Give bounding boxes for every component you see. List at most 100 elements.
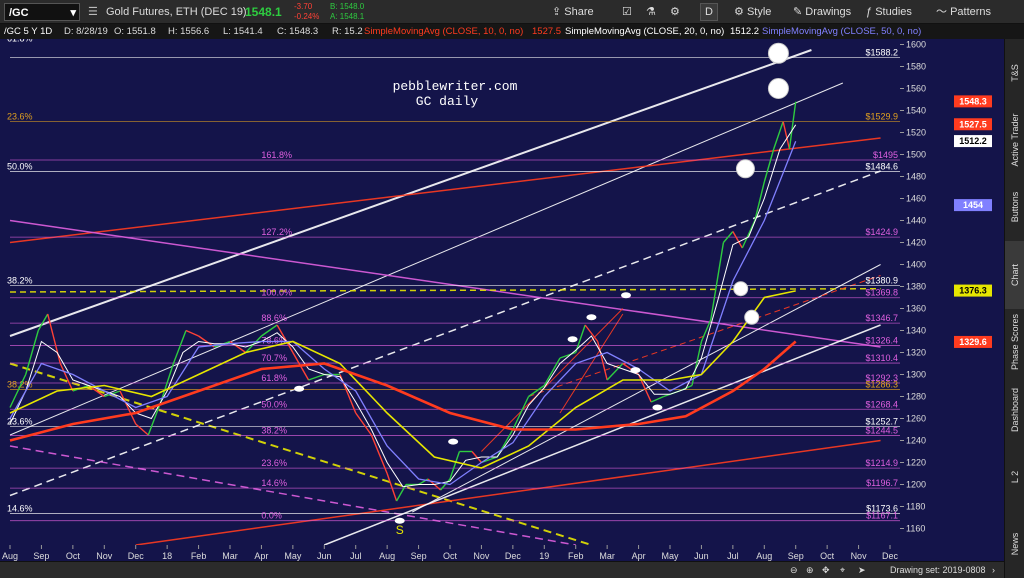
studies-icon: ƒ (866, 6, 873, 18)
sidebar-tab-chart[interactable]: Chart (1005, 241, 1024, 309)
sidebar-tab-label: Active Trader (1010, 113, 1020, 167)
fib-pct-label: 38.2% (261, 426, 287, 436)
legend-high: H: 1556.6 (168, 26, 210, 37)
sidebar-tab-phase-scores[interactable]: Phase Scores (1005, 309, 1024, 376)
fib-pct-label: 50.0% (7, 161, 33, 171)
chevron-right-icon[interactable]: › (992, 562, 995, 578)
symbol-description: Gold Futures, ETH (DEC 19) (106, 6, 247, 18)
patterns-button[interactable]: 〜 Patterns (936, 0, 991, 24)
fib-price-label: $1244.5 (865, 426, 898, 436)
sidebar-tab-label: Dashboard (1010, 387, 1020, 432)
fib-price-label: $1529.9 (865, 112, 898, 122)
legend-close: C: 1548.3 (277, 26, 319, 37)
chart-legend: /GC 5 Y 1D D: 8/28/19 O: 1551.8 H: 1556.… (0, 24, 1024, 39)
gear-icon[interactable]: ⚙ (670, 0, 680, 24)
sidebar-tab-label: News (1010, 533, 1020, 556)
y-tick-label: 1200 (906, 480, 926, 490)
symbol-selector[interactable]: /GC ▾ (4, 3, 80, 21)
price-tag-label: 1548.3 (959, 96, 987, 106)
last-price: 1548.1 (245, 5, 282, 19)
y-tick-label: 1320 (906, 348, 926, 358)
share-icon: ⇪ (552, 6, 562, 18)
x-tick-label: Jun (694, 551, 709, 561)
price-tag-label: 1527.5 (959, 119, 987, 129)
y-tick-label: 1340 (906, 326, 926, 336)
pointer-icon[interactable]: ➤ (858, 562, 866, 578)
fib-pct-label: 50.0% (261, 399, 287, 409)
fib-pct-label: 14.6% (261, 478, 287, 488)
zoom-in-icon[interactable]: ⊕ (806, 562, 814, 578)
x-tick-label: Jul (727, 551, 739, 561)
sidebar-tab-t-s[interactable]: T&S (1005, 39, 1024, 106)
x-tick-label: Oct (820, 551, 835, 561)
drawings-button[interactable]: ✎ Drawings (793, 0, 851, 24)
y-tick-label: 1240 (906, 436, 926, 446)
period-button[interactable]: D (700, 3, 718, 21)
x-tick-label: Mar (222, 551, 238, 561)
y-tick-label: 1180 (906, 502, 925, 512)
x-tick-label: Aug (756, 551, 772, 561)
crosshair-icon[interactable]: ⌖ (840, 562, 845, 578)
fib-price-label: $1424.9 (865, 227, 898, 237)
legend-sma50-label: SimpleMovingAvg (CLOSE, 50, 0, no) (762, 26, 922, 37)
x-tick-label: Aug (2, 551, 18, 561)
drawing-set-label: Drawing set: 2019-0808 (890, 565, 986, 575)
chart-area[interactable]: $1588.2 $1529.9 $1495 $1484.6 $1424.9 $1380.9… (0, 33, 1024, 578)
sidebar-tab-news[interactable]: News (1005, 511, 1024, 578)
y-tick-label: 1580 (906, 62, 926, 72)
style-button[interactable]: ⚙ Style (734, 0, 771, 24)
sidebar-tab-l-2[interactable]: L 2 (1005, 443, 1024, 510)
checklist-icon[interactable]: ☑ (622, 0, 632, 24)
fib-pct-label: 61.8% (7, 39, 33, 43)
price-tag-label: 1454 (963, 200, 983, 210)
fib-price-label: $1268.4 (865, 399, 898, 409)
sidebar-tab-label: Chart (1010, 263, 1020, 286)
small-marker (294, 385, 305, 392)
y-tick-label: 1220 (906, 458, 926, 468)
legend-sma10-label: SimpleMovingAvg (CLOSE, 10, 0, no) (364, 26, 524, 37)
pencil-icon: ✎ (793, 6, 803, 18)
sidebar-tab-dashboard[interactable]: Dashboard (1005, 376, 1024, 443)
fib-price-label: $1326.4 (865, 335, 898, 345)
share-button[interactable]: ⇪ Share (552, 0, 594, 24)
small-marker (448, 438, 459, 445)
watermark-subtitle: GC daily (416, 94, 479, 109)
fib-pct-label: 61.8% (261, 373, 287, 383)
x-tick-label: 19 (539, 551, 549, 561)
fib-pct-label: 161.8% (261, 150, 292, 160)
fib-price-label: $1310.4 (865, 353, 898, 363)
x-tick-label: Feb (568, 551, 584, 561)
small-marker (652, 404, 663, 411)
x-tick-label: Jun (317, 551, 332, 561)
price-tag-label: 1512.2 (959, 136, 987, 146)
x-tick-label: Nov (851, 551, 868, 561)
list-icon[interactable]: ☰ (88, 0, 98, 24)
fib-price-label: $1484.6 (865, 161, 898, 171)
price-chart[interactable]: $1588.2 $1529.9 $1495$1484.6 $1424.9 $1380.9… (0, 33, 1004, 578)
sidebar-tab-label: T&S (1010, 63, 1020, 82)
fib-pct-label: 0.0% (261, 511, 282, 521)
sidebar-tab-buttons[interactable]: Buttons (1005, 174, 1024, 241)
y-tick-label: 1600 (906, 40, 926, 50)
toolbar: /GC ▾ ☰ Gold Futures, ETH (DEC 19) 1548.… (0, 0, 1024, 24)
x-tick-label: May (661, 551, 679, 561)
y-tick-label: 1260 (906, 414, 926, 424)
x-tick-label: Dec (128, 551, 145, 561)
y-tick-label: 1300 (906, 370, 926, 380)
small-marker (586, 314, 597, 321)
sidebar-tab-active-trader[interactable]: Active Trader (1005, 106, 1024, 173)
studies-button[interactable]: ƒ Studies (866, 0, 912, 24)
fib-price-label: $1588.2 (865, 47, 898, 57)
pan-icon[interactable]: ✥ (822, 562, 830, 578)
price-tag-label: 1376.3 (959, 286, 987, 296)
x-tick-label: Nov (473, 551, 490, 561)
y-tick-label: 1460 (906, 194, 926, 204)
x-tick-label: Oct (66, 551, 81, 561)
flask-icon[interactable]: ⚗ (646, 0, 656, 24)
patterns-icon: 〜 (936, 6, 947, 18)
fib-price-label: $1495 (873, 150, 898, 160)
fib-pct-label: 127.2% (261, 227, 292, 237)
status-bar: ⊖ ⊕ ✥ ⌖ ➤ Drawing set: 2019-0808 › (0, 561, 1004, 578)
fib-pct-label: 88.6% (261, 313, 287, 323)
zoom-out-icon[interactable]: ⊖ (790, 562, 798, 578)
